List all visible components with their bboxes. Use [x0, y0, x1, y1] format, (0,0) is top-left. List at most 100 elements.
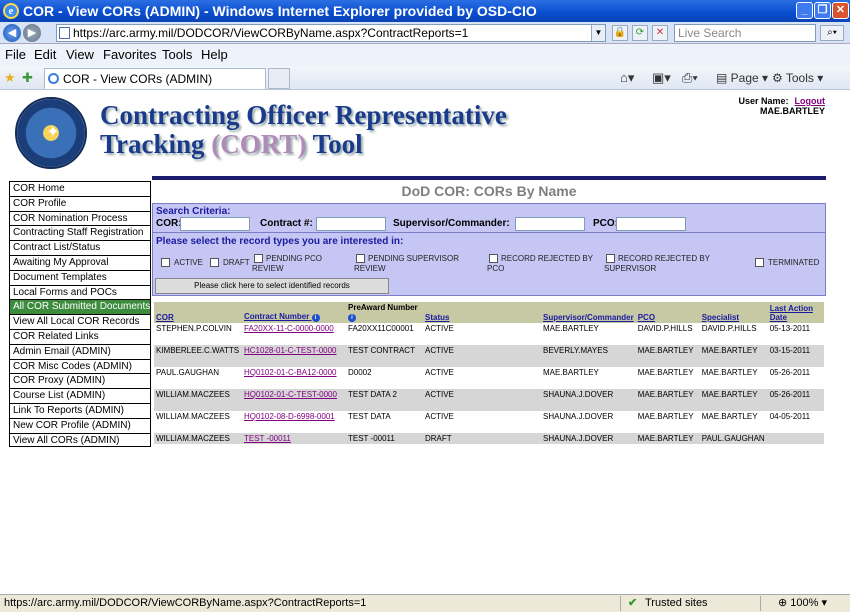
contract-label: Contract #: [260, 218, 313, 229]
active-checkbox[interactable] [161, 258, 170, 267]
pco-input[interactable] [616, 217, 686, 231]
lock-icon[interactable]: 🔒 [612, 25, 628, 41]
pending-pco-label: PENDING PCO REVIEW [252, 254, 323, 273]
zoom-level[interactable]: ⊕ 100% ▾ [778, 595, 827, 612]
col-cor[interactable]: COR [154, 302, 242, 323]
stop-button[interactable]: ✕ [652, 25, 668, 41]
nav-new-cor-profile[interactable]: New COR Profile (ADMIN) [9, 417, 151, 433]
table-row: STEPHEN.P.COLVIN FA20XX-11-C-0000-0000 F… [154, 323, 824, 345]
cell-cor: STEPHEN.P.COLVIN [156, 324, 232, 333]
nav-contract-list[interactable]: Contract List/Status [9, 240, 151, 255]
nav-cor-nomination[interactable]: COR Nomination Process [9, 210, 151, 226]
menu-tools[interactable]: Tools [162, 44, 192, 66]
contract-link[interactable]: HQ0102-08-D-6998-0001 [244, 412, 335, 421]
tab-current[interactable]: COR - View CORs (ADMIN) [44, 68, 266, 89]
info-icon[interactable]: i [348, 314, 356, 322]
cell-date: 05-13-2011 [769, 324, 811, 333]
search-icon[interactable]: ⌕▾ [820, 25, 844, 41]
nav-document-templates[interactable]: Document Templates [9, 269, 151, 285]
nav-admin-email[interactable]: Admin Email (ADMIN) [9, 343, 151, 359]
table-row: KIMBERLEE.C.WATTS HC1028-01-C-TEST-0000 … [154, 345, 824, 367]
page-menu[interactable]: ▤ Page ▾ [716, 70, 768, 86]
cell-supervisor: SHAUNA.J.DOVER [541, 433, 636, 444]
side-navigation: COR Home COR Profile COR Nomination Proc… [9, 181, 151, 448]
page-title: DoD COR: CORs By Name [401, 183, 577, 199]
back-button[interactable]: ◀ [3, 24, 21, 42]
contract-link[interactable]: TEST -00011 [244, 434, 291, 443]
col-specialist[interactable]: Specialist [699, 302, 768, 323]
print-icon[interactable]: ⎙▾ [682, 70, 698, 86]
col-supervisor[interactable]: Supervisor/Commander [541, 302, 636, 323]
menu-help[interactable]: Help [201, 44, 228, 66]
logout-link[interactable]: Logout [795, 96, 826, 106]
favorites-star-icon[interactable]: ★ [4, 70, 16, 86]
contract-link[interactable]: FA20XX-11-C-0000-0000 [244, 324, 334, 333]
supervisor-input[interactable] [515, 217, 585, 231]
contract-input[interactable] [316, 217, 386, 231]
record-types-panel: Please select the record types you are i… [152, 233, 826, 296]
status-divider [620, 596, 621, 611]
table-row: WILLIAM.MACZEES HQ0102-08-D-6998-0001 TE… [154, 411, 824, 433]
refresh-button[interactable]: ⟳ [632, 25, 648, 41]
active-label: ACTIVE [174, 258, 203, 267]
user-info: User Name: Logout MAE.BARTLEY [690, 96, 825, 116]
nav-local-forms[interactable]: Local Forms and POCs [9, 284, 151, 300]
cell-preaward: TEST -00011 [346, 433, 423, 444]
nav-staff-registration[interactable]: Contracting Staff Registration [9, 225, 151, 241]
table-header-row: COR Contract Number i PreAward Number i S… [154, 302, 824, 323]
nav-local-cor-records[interactable]: View All Local COR Records [9, 314, 151, 329]
nav-link-reports[interactable]: Link To Reports (ADMIN) [9, 402, 151, 418]
col-contract-number[interactable]: Contract Number i [242, 302, 346, 323]
contract-link[interactable]: HC1028-01-C-TEST-0000 [244, 346, 336, 355]
cell-status: DRAFT [423, 433, 541, 444]
security-zone[interactable]: Trusted sites [645, 595, 708, 612]
feeds-icon[interactable]: ▣▾ [652, 70, 671, 86]
menu-edit[interactable]: Edit [34, 44, 56, 66]
col-last-action-date[interactable]: Last Action Date [767, 302, 824, 323]
nav-submitted-documents[interactable]: All COR Submitted Documents [9, 299, 151, 315]
cell-preaward: FA20XX11C00001 [348, 324, 414, 333]
contract-link[interactable]: HQ0102-01-C-BA12-0000 [244, 368, 337, 377]
col-status[interactable]: Status [423, 302, 541, 323]
new-tab-button[interactable] [268, 68, 290, 89]
rejected-pco-label: RECORD REJECTED BY PCO [487, 254, 593, 273]
status-divider [760, 596, 761, 611]
cell-contract: TEST -00011 [242, 433, 346, 444]
nav-related-links[interactable]: COR Related Links [9, 328, 151, 344]
pco-label: PCO: [593, 218, 618, 229]
menu-view[interactable]: View [66, 44, 94, 66]
draft-label: DRAFT [223, 258, 250, 267]
url-dropdown-icon[interactable]: ▼ [591, 25, 605, 41]
tools-menu[interactable]: ⚙ Tools ▾ [772, 70, 823, 86]
eagle-icon: ✦ [46, 124, 60, 141]
add-favorite-icon[interactable]: ✚ [22, 70, 33, 86]
nav-course-list[interactable]: Course List (ADMIN) [9, 388, 151, 403]
info-icon[interactable]: i [311, 314, 320, 322]
url-field[interactable]: https://arc.army.mil/DODCOR/ViewCORByNam… [56, 24, 606, 42]
cell-pco: MAE.BARTLEY [635, 345, 700, 367]
maximize-button[interactable]: ❐ [814, 2, 831, 19]
nav-awaiting-approval[interactable]: Awaiting My Approval [9, 254, 151, 270]
cor-input[interactable] [180, 217, 250, 231]
close-button[interactable]: ✕ [832, 2, 849, 19]
cell-status: ACTIVE [423, 389, 541, 411]
draft-checkbox[interactable] [210, 258, 219, 267]
search-input[interactable]: Live Search [674, 24, 816, 42]
menu-file[interactable]: File [5, 44, 26, 66]
nav-view-all-cors[interactable]: View All CORs (ADMIN) [9, 432, 151, 448]
contract-link[interactable]: HQ0102-01-C-TEST-0000 [244, 390, 337, 399]
nav-cor-proxy[interactable]: COR Proxy (ADMIN) [9, 373, 151, 389]
nav-cor-home[interactable]: COR Home [9, 181, 151, 196]
ie-logo-icon: e [3, 3, 19, 19]
nav-cor-profile[interactable]: COR Profile [9, 195, 151, 211]
minimize-button[interactable]: _ [796, 2, 813, 19]
forward-button[interactable]: ▶ [23, 24, 41, 42]
col-pco[interactable]: PCO [635, 302, 700, 323]
rejected-supervisor-label: RECORD REJECTED BY SUPERVISOR [604, 254, 710, 273]
select-records-button[interactable]: Please click here to select identified r… [155, 278, 389, 294]
menu-favorites[interactable]: Favorites [103, 44, 156, 66]
tools-menu-label: Tools [785, 71, 814, 85]
nav-misc-codes[interactable]: COR Misc Codes (ADMIN) [9, 358, 151, 374]
terminated-checkbox[interactable] [755, 258, 764, 267]
home-icon[interactable]: ⌂▾ [620, 70, 634, 86]
